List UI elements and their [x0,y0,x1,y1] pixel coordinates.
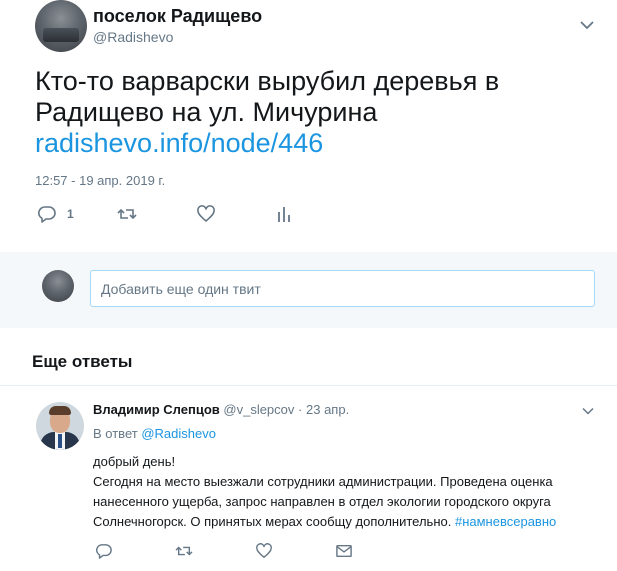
retweet-icon [175,543,193,559]
analytics-icon [276,205,292,223]
reply-button[interactable]: 1 [37,204,74,224]
in-reply-to: В ответ @Radishevo [93,426,216,441]
reply-icon [37,205,57,223]
reply-avatar[interactable] [36,402,84,450]
reply-text: добрый день! Сегодня на место выезжали с… [93,452,603,532]
main-tweet: поселок Радищево @Radishevo Кто-то варва… [0,0,617,246]
reply-header: Владимир Слепцов @v_slepcov · 23 апр. [93,402,349,417]
author-handle[interactable]: @Radishevo [93,29,173,45]
reply-button[interactable] [95,541,113,561]
user-avatar[interactable] [42,270,74,302]
message-icon [335,543,353,559]
reply-text-line: добрый день! [93,454,176,469]
in-reply-handle-link[interactable]: @Radishevo [141,426,216,441]
avatar[interactable] [35,0,87,52]
reply-text-line: Солнечногорск. О принятых мерах сообщу д… [93,514,452,529]
like-button[interactable] [255,541,273,561]
chevron-down-icon[interactable] [579,19,595,31]
like-button[interactable] [196,204,216,224]
tweet-text: Кто-то варварски вырубил деревья в Радищ… [35,66,595,159]
retweet-button[interactable] [175,541,193,561]
more-replies-heading: Еще ответы [32,352,133,371]
retweet-button[interactable] [117,204,137,224]
reply-text-line: нанесенного ущерба, запрос направлен в о… [93,494,551,509]
message-button[interactable] [335,541,353,561]
reply-author-handle[interactable]: @v_slepcov [223,402,294,417]
author-name[interactable]: поселок Радищево [93,6,262,27]
retweet-icon [117,205,137,223]
chevron-down-icon[interactable] [581,406,597,418]
reply-author-name[interactable]: Владимир Слепцов [93,402,220,417]
tweet-text-line: Радищево на ул. Мичурина [35,97,378,127]
tweet-link[interactable]: radishevo.info/node/446 [35,128,323,158]
in-reply-prefix: В ответ [93,426,138,441]
tweet-text-line: Кто-то варварски вырубил деревья в [35,66,500,96]
separator: · [298,402,303,417]
reply-text-line: Сегодня на место выезжали сотрудники адм… [93,474,553,489]
hashtag-link[interactable]: #намневсеравно [455,514,556,529]
analytics-button[interactable] [276,204,292,224]
timestamp[interactable]: 12:57 - 19 апр. 2019 г. [35,173,165,188]
reply-icon [95,543,113,559]
reply-date[interactable]: 23 апр. [306,402,349,417]
reply-count: 1 [67,207,74,221]
like-icon [196,205,216,223]
like-icon [255,543,273,559]
reply-input[interactable] [90,270,595,307]
